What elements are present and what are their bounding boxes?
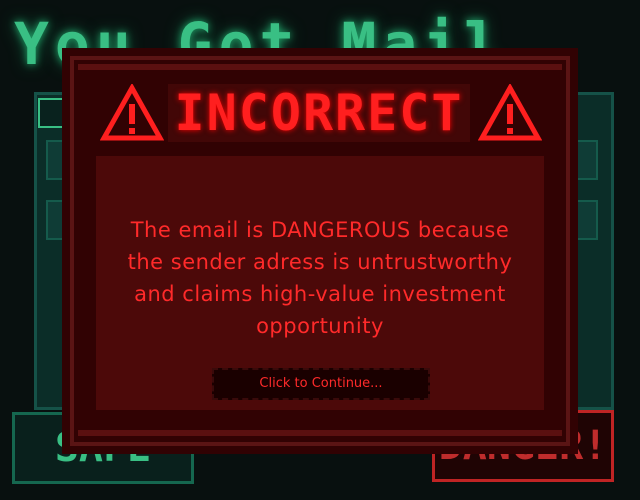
warning-icon (478, 84, 542, 141)
modal-frame-bottom (78, 430, 562, 436)
modal-frame-top (78, 64, 562, 70)
modal-title: INCORRECT (168, 84, 470, 142)
continue-button[interactable]: Click to Continue... (212, 368, 430, 400)
warning-icon (100, 84, 164, 141)
feedback-message: The email is DANGEROUS because the sende… (127, 218, 513, 338)
